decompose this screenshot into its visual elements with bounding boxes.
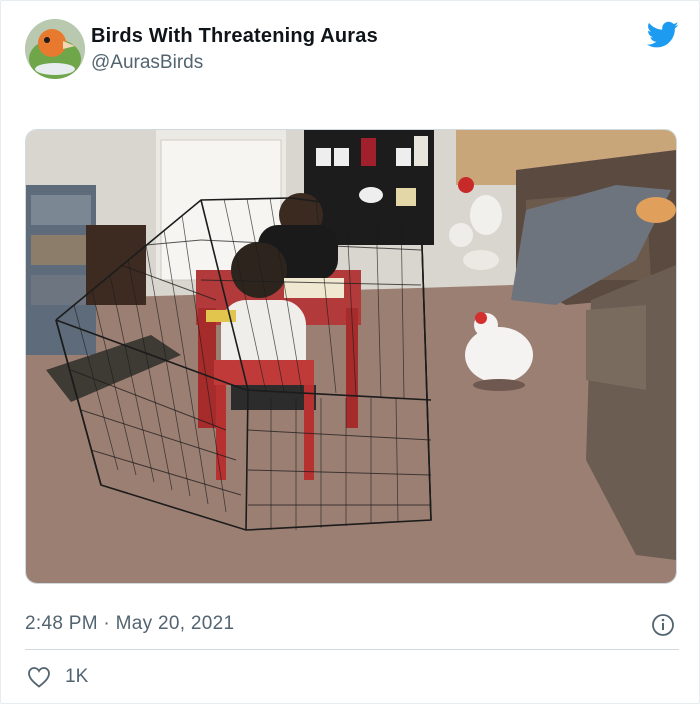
heart-outline-icon[interactable] xyxy=(27,666,51,688)
photo-illustration xyxy=(26,130,676,583)
tweet-timestamp[interactable]: 2:48 PM · May 20, 2021 xyxy=(25,613,234,635)
bird-avatar-icon xyxy=(25,19,85,79)
author-avatar[interactable] xyxy=(25,19,85,79)
divider xyxy=(25,649,679,650)
like-count[interactable]: 1K xyxy=(65,666,88,688)
author-handle[interactable]: @AurasBirds xyxy=(91,52,203,74)
tweet-card: Birds With Threatening Auras @AurasBirds xyxy=(0,0,700,704)
author-name[interactable]: Birds With Threatening Auras xyxy=(91,25,378,48)
twitter-bird-icon[interactable] xyxy=(646,21,679,49)
info-icon[interactable] xyxy=(651,613,675,637)
tweet-photo[interactable] xyxy=(25,129,677,584)
